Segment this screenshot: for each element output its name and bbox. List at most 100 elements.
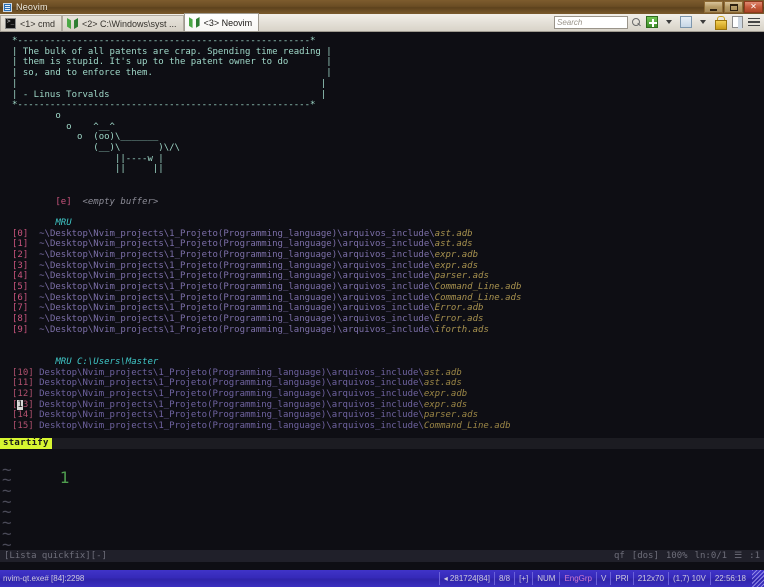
startify-mru-item[interactable]: [13] Desktop\Nvim_projects\1_Projeto(Pro… [12,399,764,411]
new-console-button[interactable] [645,15,659,29]
entry-filename: iforth.ads [434,324,489,335]
entry-key: [e] [55,196,72,207]
startify-mru-item[interactable]: [6] ~\Desktop\Nvim_projects\1_Projeto(Pr… [12,293,764,304]
entry-label: <empty buffer> [82,196,159,207]
window-controls: ✕ [704,1,763,13]
line-info: ln:0/1 [694,551,728,561]
conemu-tab-count: 8/8 [493,572,514,585]
entry-key: [15] [12,420,34,431]
search-icon[interactable] [631,16,642,29]
column-info: :1 [749,551,760,561]
filler-tilde: ~ [2,481,12,501]
startify-mru-item[interactable]: [4] ~\Desktop\Nvim_projects\1_Projeto(Pr… [12,271,764,282]
entry-path: Desktop\Nvim_projects\1_Projeto(Programm… [39,388,424,399]
startify-status-line: startify [0,438,764,449]
entry-key: [0] [12,228,29,239]
entry-path: Desktop\Nvim_projects\1_Projeto(Programm… [39,410,424,421]
quickfix-status-left: [Lista quickfix][-] [4,551,107,561]
entry-key: [6] [12,292,29,303]
startify-mru-list-1: [0] ~\Desktop\Nvim_projects\1_Projeto(Pr… [12,229,764,336]
entry-key: [14] [12,410,34,421]
resize-grip[interactable] [752,570,764,587]
startify-mru-header-2: MRU C:\Users\Master [55,356,159,367]
conemu-keyboard-layout: EngGrp [559,572,596,585]
entry-filename: expr.ads [423,399,468,410]
startify-mru-item[interactable]: [3] ~\Desktop\Nvim_projects\1_Projeto(Pr… [12,261,764,272]
tab-windows-system[interactable]: <2> C:\Windows\syst ... [62,15,184,31]
conemu-priority: PRI [610,572,632,585]
search-input[interactable]: Search [554,15,628,29]
filler-tilde: ~ [2,534,12,554]
entry-key: [1] [12,239,29,250]
scroll-percent: 100% [665,551,688,561]
quickfix-line-1: 1 [59,468,70,487]
quickfix-window[interactable]: 1 ~ ~ ~ ~ ~ ~ ~ ~ [0,449,764,554]
conemu-console-size: 212x70 [632,572,668,585]
entry-filename: parser.ads [434,271,489,282]
startify-mru-item[interactable]: [8] ~\Desktop\Nvim_projects\1_Projeto(Pr… [12,314,764,325]
startify-mru-item[interactable]: [11] Desktop\Nvim_projects\1_Projeto(Pro… [12,378,764,389]
startify-cow-art: o o ^__^ o (oo)\_______ (__)\ )\/\ ||---… [55,110,180,175]
title-bar: Neovim ✕ [0,0,764,14]
conemu-window: Neovim ✕ <1> cmd <2> C:\Windows\syst ...… [0,0,764,587]
startify-mru-item[interactable]: [9] ~\Desktop\Nvim_projects\1_Projeto(Pr… [12,325,764,336]
entry-path: ~\Desktop\Nvim_projects\1_Projeto(Progra… [39,239,435,250]
entry-filename: expr.ads [434,260,479,271]
entry-filename: expr.adb [423,388,468,399]
close-button[interactable]: ✕ [744,1,763,13]
entry-path: ~\Desktop\Nvim_projects\1_Projeto(Progra… [39,314,435,325]
entry-filename: Command_Line.adb [423,420,511,431]
lock-icon[interactable] [713,15,727,30]
entry-path: Desktop\Nvim_projects\1_Projeto(Programm… [39,399,424,410]
tab-neovim[interactable]: <3> Neovim [183,13,260,31]
entry-key: [5] [12,282,29,293]
entry-key: [11] [12,378,34,389]
split-pane-dropdown-icon[interactable] [696,15,710,29]
entry-key: [9] [12,324,29,335]
conemu-memory: ◂ 281724[84] [438,572,494,585]
entry-key: [3] [12,260,29,271]
startify-mru-item[interactable]: [1] ~\Desktop\Nvim_projects\1_Projeto(Pr… [12,239,764,250]
conemu-num-lock: NUM [532,572,559,585]
tab-label: <1> cmd [20,18,56,29]
minimize-button[interactable] [704,1,723,13]
cmd-console-icon [5,18,16,29]
neovim-icon [189,17,200,28]
entry-path: Desktop\Nvim_projects\1_Projeto(Programm… [39,367,424,378]
startify-mru-item[interactable]: [10] Desktop\Nvim_projects\1_Projeto(Pro… [12,368,764,379]
entry-key: [7] [12,303,29,314]
entry-key: [12] [12,388,34,399]
startify-mru-item[interactable]: [12] Desktop\Nvim_projects\1_Projeto(Pro… [12,389,764,400]
conemu-cursor-position: (1,7) 10V [667,572,710,585]
startify-mru-item[interactable]: [7] ~\Desktop\Nvim_projects\1_Projeto(Pr… [12,303,764,314]
startify-mru-list-2: [10] Desktop\Nvim_projects\1_Projeto(Pro… [12,368,764,432]
tab-bar-tools: Search [554,13,764,31]
tab-cmd[interactable]: <1> cmd [0,15,63,31]
new-console-dropdown-icon[interactable] [662,15,676,29]
entry-path: ~\Desktop\Nvim_projects\1_Projeto(Progra… [39,292,435,303]
column-icon: ☰ [734,551,743,561]
startify-mru-item[interactable]: [5] ~\Desktop\Nvim_projects\1_Projeto(Pr… [12,282,764,293]
startify-mru-item[interactable]: [14] Desktop\Nvim_projects\1_Projeto(Pro… [12,410,764,421]
entry-filename: ast.adb [434,228,473,239]
entry-path: ~\Desktop\Nvim_projects\1_Projeto(Progra… [39,303,435,314]
startify-mru-item[interactable]: [2] ~\Desktop\Nvim_projects\1_Projeto(Pr… [12,250,764,261]
startify-entry-empty-buffer[interactable]: [e] <empty buffer> [12,186,764,207]
startify-mru-item[interactable]: [0] ~\Desktop\Nvim_projects\1_Projeto(Pr… [12,229,764,240]
filler-tilde: ~ [2,491,12,511]
panels-icon[interactable] [730,15,744,29]
hamburger-menu-icon[interactable] [747,15,761,29]
entry-path: ~\Desktop\Nvim_projects\1_Projeto(Progra… [39,271,435,282]
entry-path: ~\Desktop\Nvim_projects\1_Projeto(Progra… [39,282,435,293]
process-info: nvim-qt.exe# [84]:2298 [3,574,85,583]
restore-button[interactable] [724,1,743,13]
entry-key-suffix: 3] [22,399,34,410]
startify-mru-item[interactable]: [15] Desktop\Nvim_projects\1_Projeto(Pro… [12,421,764,432]
conemu-status-bar: nvim-qt.exe# [84]:2298 ◂ 281724[84] 8/8 [+… [0,570,764,587]
entry-filename: ast.adb [423,367,462,378]
entry-filename: ast.ads [423,378,462,389]
quickfix-status-right: qf [dos] 100% ln:0/1 ☰ :1 [614,550,760,562]
split-pane-button[interactable] [679,15,693,29]
entry-filename: Command_Line.adb [434,282,522,293]
entry-filename: ast.ads [434,239,473,250]
